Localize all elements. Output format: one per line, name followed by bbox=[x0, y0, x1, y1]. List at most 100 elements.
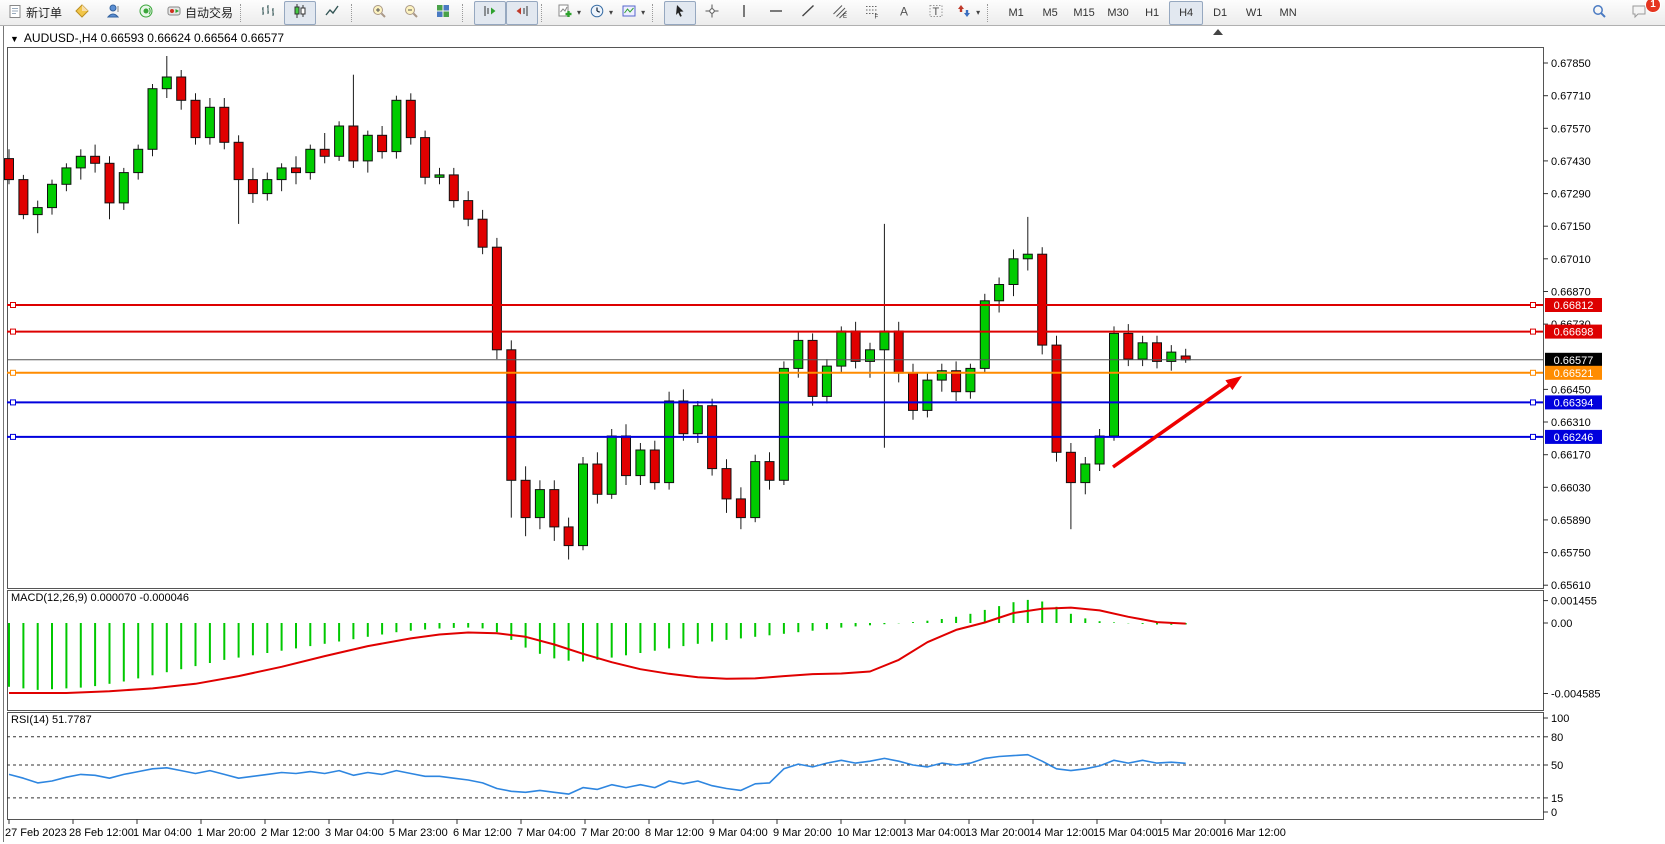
autotrading-button[interactable]: 自动交易 bbox=[162, 1, 237, 25]
chart-shift-button[interactable] bbox=[506, 1, 538, 25]
zoom-out-button[interactable] bbox=[395, 1, 427, 25]
notification-badge: 1 bbox=[1645, 0, 1661, 13]
macd-header: MACD(12,26,9) 0.000070 -0.000046 bbox=[11, 592, 189, 604]
search-button[interactable] bbox=[1583, 1, 1615, 25]
time-label: 15 Mar 04:00 bbox=[1093, 827, 1158, 839]
candle-body bbox=[980, 301, 989, 369]
signals-button[interactable] bbox=[130, 1, 162, 25]
timeframe-d1-button[interactable]: D1 bbox=[1203, 1, 1237, 25]
bar-chart-icon bbox=[260, 3, 276, 22]
trend-arrow-line[interactable] bbox=[1113, 383, 1232, 467]
person-chart-icon bbox=[106, 3, 122, 22]
line-handle[interactable] bbox=[1531, 400, 1536, 405]
candle-body bbox=[492, 247, 501, 350]
line-handle[interactable] bbox=[11, 329, 16, 334]
new-chart-button[interactable] bbox=[66, 1, 98, 25]
candle-body bbox=[679, 401, 688, 434]
price-tick-label: 0.66450 bbox=[1551, 384, 1591, 396]
arrows-objects-button[interactable]: ▾ bbox=[952, 1, 984, 25]
text-label-button[interactable]: T bbox=[920, 1, 952, 25]
candle-body bbox=[952, 371, 961, 392]
zoom-in-icon bbox=[371, 3, 387, 22]
candle-body bbox=[779, 368, 788, 480]
candle-body bbox=[622, 436, 631, 476]
candle-body bbox=[378, 135, 387, 151]
candle-body bbox=[1081, 464, 1090, 483]
line-handle[interactable] bbox=[1531, 434, 1536, 439]
rsi-tick-label: 15 bbox=[1551, 793, 1563, 805]
crosshair-button[interactable] bbox=[696, 1, 728, 25]
vertical-line-icon bbox=[736, 3, 752, 22]
crosshair-icon bbox=[704, 3, 720, 22]
candle-body bbox=[105, 163, 114, 203]
candle-body bbox=[33, 208, 42, 215]
rsi-tick-label: 0 bbox=[1551, 807, 1557, 819]
price-chip-label: 0.66246 bbox=[1554, 432, 1594, 444]
candle-body bbox=[91, 156, 100, 163]
chart-shift-icon bbox=[514, 3, 530, 22]
zoom-out-icon bbox=[403, 3, 419, 22]
trendline-button[interactable] bbox=[792, 1, 824, 25]
fibonacci-button[interactable]: F bbox=[856, 1, 888, 25]
line-handle[interactable] bbox=[11, 370, 16, 375]
line-handle[interactable] bbox=[11, 434, 16, 439]
vertical-line-button[interactable] bbox=[728, 1, 760, 25]
line-handle[interactable] bbox=[1531, 370, 1536, 375]
line-handle[interactable] bbox=[11, 303, 16, 308]
templates-button[interactable]: ▾ bbox=[617, 1, 649, 25]
macd-tick-label: -0.004585 bbox=[1551, 689, 1601, 701]
time-label: 9 Mar 20:00 bbox=[773, 827, 832, 839]
notifications-button[interactable]: 1 bbox=[1623, 1, 1655, 25]
candle-body bbox=[349, 126, 358, 161]
line-chart-button[interactable] bbox=[316, 1, 348, 25]
equidistant-channel-button[interactable]: E bbox=[824, 1, 856, 25]
timeframe-m1-button[interactable]: M1 bbox=[999, 1, 1033, 25]
chart-title[interactable]: ▼AUDUSD-,H4 0.66593 0.66624 0.66564 0.66… bbox=[10, 31, 284, 45]
candle-body bbox=[722, 469, 731, 499]
candle-body bbox=[62, 168, 71, 184]
timeframe-w1-button[interactable]: W1 bbox=[1237, 1, 1271, 25]
price-chip-label: 0.66698 bbox=[1554, 327, 1594, 339]
time-label: 15 Mar 20:00 bbox=[1157, 827, 1222, 839]
timeframe-h4-button[interactable]: H4 bbox=[1169, 1, 1203, 25]
timeframe-mn-button[interactable]: MN bbox=[1271, 1, 1305, 25]
line-chart-icon bbox=[324, 3, 340, 22]
profiles-button[interactable] bbox=[98, 1, 130, 25]
template-icon bbox=[621, 3, 637, 22]
rsi-line bbox=[9, 755, 1186, 794]
candlestick-chart-button[interactable] bbox=[284, 1, 316, 25]
rsi-tick-label: 50 bbox=[1551, 760, 1563, 772]
tile-windows-button[interactable] bbox=[427, 1, 459, 25]
candle-body bbox=[205, 107, 214, 137]
time-label: 28 Feb 12:00 bbox=[69, 827, 134, 839]
timeframe-m5-button[interactable]: M5 bbox=[1033, 1, 1067, 25]
line-handle[interactable] bbox=[11, 400, 16, 405]
candle-body bbox=[765, 462, 774, 481]
toolbar-separator bbox=[351, 4, 359, 22]
line-handle[interactable] bbox=[1531, 303, 1536, 308]
horizontal-line-button[interactable] bbox=[760, 1, 792, 25]
auto-scroll-button[interactable] bbox=[474, 1, 506, 25]
chart-shift-marker[interactable] bbox=[1213, 29, 1223, 35]
candle-body bbox=[1066, 452, 1075, 482]
timeframe-h1-button[interactable]: H1 bbox=[1135, 1, 1169, 25]
periods-button[interactable]: ▾ bbox=[585, 1, 617, 25]
candle-body bbox=[1124, 333, 1133, 359]
time-label: 5 Mar 23:00 bbox=[389, 827, 448, 839]
line-handle[interactable] bbox=[1531, 329, 1536, 334]
price-tick-label: 0.66870 bbox=[1551, 287, 1591, 299]
candle-body bbox=[421, 138, 430, 178]
cursor-button[interactable] bbox=[664, 1, 696, 25]
timeframe-m15-button[interactable]: M15 bbox=[1067, 1, 1101, 25]
indicators-button[interactable]: ▾ bbox=[553, 1, 585, 25]
chart-plot[interactable]: 0.678500.677100.675700.674300.672900.671… bbox=[0, 26, 1665, 844]
text-button[interactable]: A bbox=[888, 1, 920, 25]
zoom-in-button[interactable] bbox=[363, 1, 395, 25]
price-pane-border bbox=[8, 48, 1544, 589]
bar-chart-button[interactable] bbox=[252, 1, 284, 25]
candle-body bbox=[894, 331, 903, 373]
candle-body bbox=[191, 100, 200, 137]
new-order-button[interactable]: 新订单 bbox=[4, 1, 66, 25]
text-icon: A bbox=[896, 3, 912, 22]
timeframe-m30-button[interactable]: M30 bbox=[1101, 1, 1135, 25]
